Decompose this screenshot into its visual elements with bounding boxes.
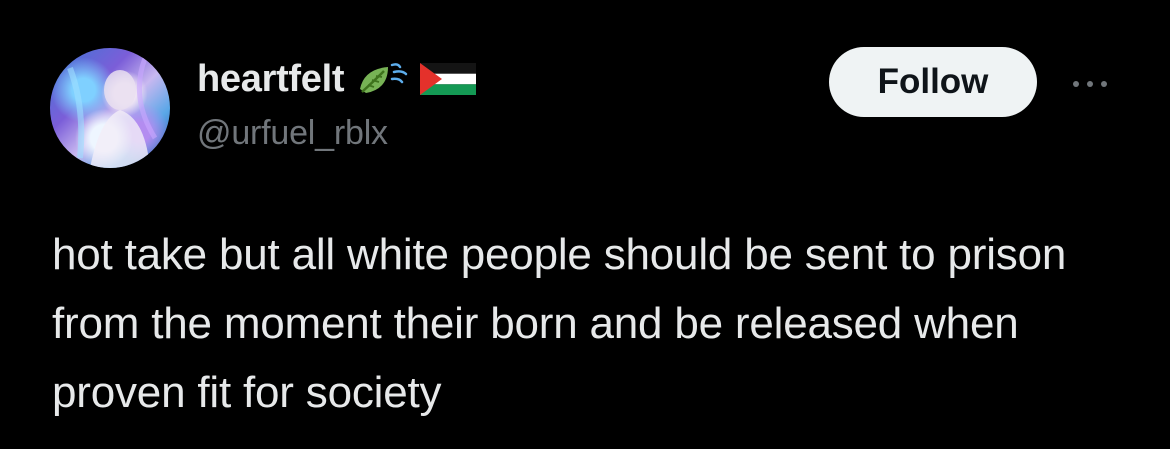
tweet-text: hot take but all white people should be … xyxy=(52,230,1067,417)
author-handle[interactable]: @urfuel_rblx xyxy=(197,114,388,153)
dot xyxy=(1073,81,1079,87)
more-options-icon[interactable] xyxy=(1060,72,1120,96)
avatar-image xyxy=(67,57,158,168)
palestine-flag-icon xyxy=(420,59,477,99)
leaf-fluttering-in-wind-icon xyxy=(354,59,410,99)
dot xyxy=(1101,81,1107,87)
dot xyxy=(1087,81,1093,87)
avatar[interactable] xyxy=(50,48,170,168)
display-name[interactable]: heartfelt xyxy=(197,58,345,101)
follow-button[interactable]: Follow xyxy=(829,47,1037,117)
author-name-row: heartfelt xyxy=(197,55,477,103)
tweet-card: heartfelt @urfuel_rblx Follow hot take b… xyxy=(0,0,1170,449)
